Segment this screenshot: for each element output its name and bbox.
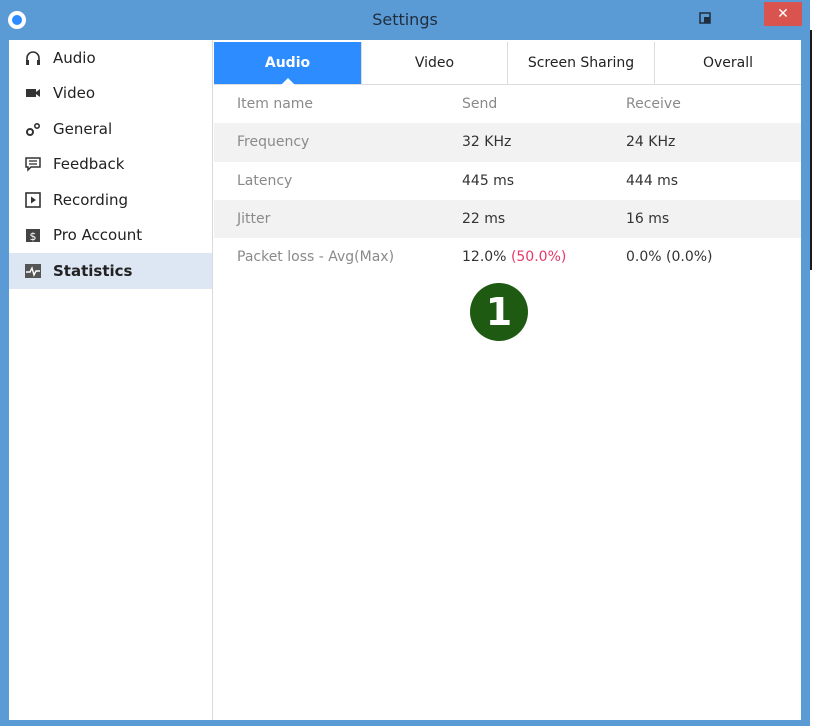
row-send: 22 ms [462, 211, 506, 228]
settings-content: Audio Video General Feedback Recording $… [9, 40, 801, 720]
row-receive: 24 KHz [626, 134, 676, 151]
row-name: Packet loss - Avg(Max) [237, 249, 395, 266]
header-send: Send [462, 96, 498, 113]
sidebar-item-label: General [53, 119, 113, 138]
sidebar-item-label: Recording [53, 190, 129, 209]
statistics-panel: Audio Video Screen Sharing Overall Item … [214, 40, 801, 720]
headphones-icon [23, 48, 43, 68]
statistics-tabs: Audio Video Screen Sharing Overall [214, 42, 801, 85]
tab-screen-sharing[interactable]: Screen Sharing [508, 42, 655, 84]
header-receive: Receive [626, 96, 681, 113]
row-name: Jitter [237, 211, 271, 228]
tab-overall[interactable]: Overall [655, 42, 801, 84]
row-receive: 444 ms [626, 172, 679, 189]
sidebar-item-label: Audio [53, 48, 96, 67]
sidebar-item-video[interactable]: Video [9, 76, 212, 112]
sidebar-item-label: Feedback [53, 155, 125, 174]
close-button[interactable]: ✕ [764, 2, 802, 26]
title-bar[interactable]: Settings ✕ [0, 0, 810, 40]
sidebar-item-label: Pro Account [53, 226, 143, 245]
svg-text:$: $ [30, 230, 37, 243]
sidebar-item-statistics[interactable]: Statistics [9, 253, 212, 289]
row-send: 12.0% (50.0%) [462, 249, 566, 265]
row-receive: 16 ms [626, 211, 670, 228]
sidebar-item-recording[interactable]: Recording [9, 182, 212, 218]
play-box-icon [23, 190, 43, 210]
packet-loss-avg: 12.0% [462, 249, 507, 266]
row-name: Latency [237, 172, 293, 189]
row-receive: 0.0% (0.0%) [626, 249, 713, 266]
table-header: Item name Send Receive [214, 85, 801, 123]
sidebar-item-audio[interactable]: Audio [9, 40, 212, 76]
sidebar-item-general[interactable]: General [9, 111, 212, 147]
packet-loss-max: (50.0%) [510, 249, 567, 266]
sidebar-item-label: Video [53, 84, 96, 103]
dollar-badge-icon: $ [23, 225, 43, 245]
sidebar-item-pro-account[interactable]: $ Pro Account [9, 218, 212, 254]
header-item-name: Item name [237, 96, 314, 113]
annotation-marker: 1 [470, 283, 528, 341]
row-send: 32 KHz [462, 134, 512, 151]
gears-icon [23, 119, 43, 139]
window-edge [810, 0, 817, 726]
pulse-chart-icon [23, 261, 43, 281]
pin-icon[interactable] [692, 7, 718, 29]
settings-sidebar: Audio Video General Feedback Recording $… [9, 40, 213, 720]
table-row: Latency 445 ms 444 ms [214, 162, 801, 200]
video-camera-icon [23, 83, 43, 103]
window-title: Settings [372, 10, 438, 29]
sidebar-item-feedback[interactable]: Feedback [9, 147, 212, 183]
sidebar-item-label: Statistics [53, 261, 133, 280]
statistics-table: Item name Send Receive Frequency 32 KHz … [214, 85, 801, 276]
row-name: Frequency [237, 134, 310, 151]
tab-video[interactable]: Video [362, 42, 508, 84]
chat-bubble-icon [23, 154, 43, 174]
tab-audio[interactable]: Audio [214, 42, 362, 85]
settings-window: Settings ✕ Audio Video General Feedback … [0, 0, 810, 726]
table-row: Jitter 22 ms 16 ms [214, 199, 801, 239]
table-row: Frequency 32 KHz 24 KHz [214, 123, 801, 162]
table-row: Packet loss - Avg(Max) 12.0% (50.0%) 0.0… [214, 238, 801, 276]
row-send: 445 ms [462, 172, 515, 189]
